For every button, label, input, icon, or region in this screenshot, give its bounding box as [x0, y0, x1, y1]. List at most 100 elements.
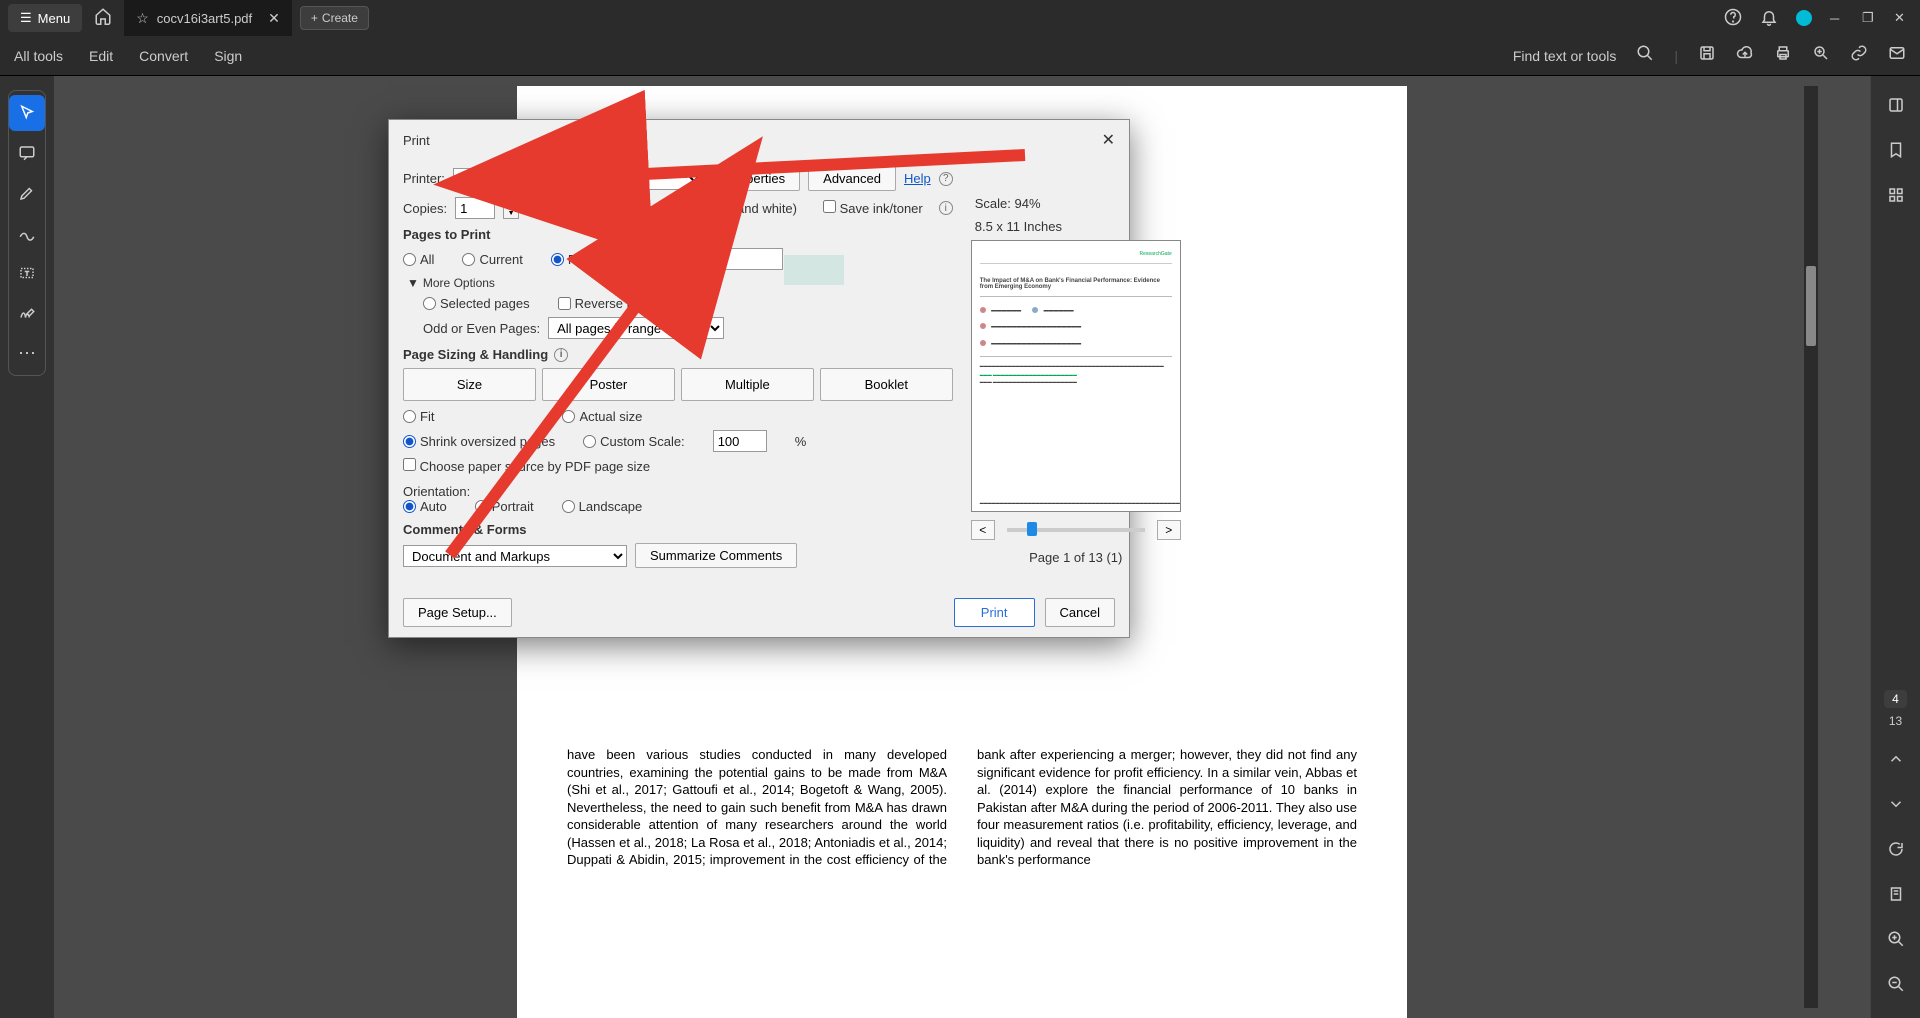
radio-current[interactable]: Current: [462, 252, 522, 267]
sizing-info-icon[interactable]: i: [554, 348, 568, 362]
radio-portrait[interactable]: Portrait: [475, 499, 534, 514]
dialog-title-text: Print: [403, 133, 430, 148]
radio-fit[interactable]: Fit: [403, 409, 434, 424]
cancel-button[interactable]: Cancel: [1045, 598, 1115, 627]
panel-toggle-icon[interactable]: [1887, 96, 1905, 119]
more-tools[interactable]: ⋯: [9, 335, 45, 371]
page-down-icon[interactable]: [1887, 795, 1905, 818]
star-icon[interactable]: ☆: [136, 10, 149, 27]
print-icon[interactable]: [1774, 44, 1792, 67]
comment-tool[interactable]: [9, 135, 45, 171]
scale-value: 94%: [1015, 196, 1041, 211]
radio-shrink[interactable]: Shrink oversized pages: [403, 434, 555, 449]
save-icon[interactable]: [1698, 44, 1716, 67]
page-view-icon[interactable]: [1887, 885, 1905, 908]
link-icon[interactable]: [1850, 44, 1868, 67]
help-icon[interactable]: [1724, 8, 1742, 29]
more-options-toggle[interactable]: ▼ More Options: [407, 276, 953, 290]
page-up-icon[interactable]: [1887, 750, 1905, 773]
scale-label: Scale:: [975, 196, 1011, 211]
comments-select[interactable]: Document and Markups: [403, 545, 627, 567]
account-avatar[interactable]: [1796, 10, 1812, 26]
page-setup-button[interactable]: Page Setup...: [403, 598, 512, 627]
checkbox-reverse-pages[interactable]: Reverse pages: [558, 296, 662, 311]
menu-button[interactable]: ☰ Menu: [8, 4, 82, 32]
all-tools-menu[interactable]: All tools: [14, 48, 63, 64]
bell-icon[interactable]: [1760, 8, 1778, 29]
convert-menu[interactable]: Convert: [139, 48, 188, 64]
bookmark-icon[interactable]: [1887, 141, 1905, 164]
summarize-comments-button[interactable]: Summarize Comments: [635, 543, 797, 568]
booklet-tab[interactable]: Booklet: [820, 368, 953, 401]
main-toolbar: All tools Edit Convert Sign Find text or…: [0, 36, 1920, 76]
zoom-in-icon[interactable]: [1887, 930, 1905, 953]
radio-landscape[interactable]: Landscape: [562, 499, 643, 514]
copies-input[interactable]: [455, 197, 495, 219]
help-info-icon[interactable]: ?: [939, 172, 953, 186]
document-tab[interactable]: ☆ cocv16i3art5.pdf ✕: [124, 0, 292, 36]
odd-even-select[interactable]: All pages in range: [548, 317, 724, 339]
save-ink-checkbox[interactable]: Save ink/toner: [823, 200, 923, 216]
dialog-titlebar: Print ✕: [389, 120, 1129, 160]
radio-pages[interactable]: Pages: [551, 252, 605, 267]
preview-badge: ResearchGate: [1139, 251, 1171, 257]
vertical-scrollbar[interactable]: [1804, 86, 1818, 1008]
close-window-icon[interactable]: ✕: [1894, 10, 1908, 26]
sign-tool[interactable]: [9, 295, 45, 331]
copies-spinner[interactable]: ▲▼: [503, 197, 519, 219]
minimize-icon[interactable]: ─: [1830, 11, 1844, 26]
radio-auto[interactable]: Auto: [403, 499, 447, 514]
size-tab[interactable]: Size: [403, 368, 536, 401]
edit-menu[interactable]: Edit: [89, 48, 113, 64]
gear-search-icon[interactable]: [1812, 44, 1830, 67]
scrollbar-thumb[interactable]: [1806, 266, 1816, 346]
maximize-icon[interactable]: ❐: [1862, 10, 1876, 26]
pages-range-input[interactable]: [633, 248, 783, 270]
cloud-icon[interactable]: [1736, 44, 1754, 67]
sizing-title: Page Sizing & Handling: [403, 347, 548, 362]
custom-scale-input[interactable]: [713, 430, 767, 452]
select-tool[interactable]: [9, 95, 45, 131]
search-icon[interactable]: [1636, 44, 1654, 67]
mail-icon[interactable]: [1888, 44, 1906, 67]
create-label: Create: [322, 11, 358, 25]
preview-slider-handle[interactable]: [1027, 522, 1037, 536]
highlight-tool[interactable]: [9, 175, 45, 211]
multiple-tab[interactable]: Multiple: [681, 368, 814, 401]
create-button[interactable]: + Create: [300, 6, 369, 30]
tab-close-icon[interactable]: ✕: [268, 10, 280, 27]
printer-select[interactable]: Adobe PDF: [453, 168, 703, 190]
radio-selected-pages[interactable]: Selected pages: [423, 296, 530, 311]
preview-slider[interactable]: [1007, 528, 1145, 532]
grayscale-checkbox[interactable]: Print in grayscale (black and white): [579, 200, 797, 216]
tab-title: cocv16i3art5.pdf: [157, 11, 252, 26]
properties-button[interactable]: Properties: [711, 166, 800, 191]
current-page-badge[interactable]: 4: [1884, 690, 1907, 708]
print-dialog: Print ✕ Printer: Adobe PDF Properties Ad…: [388, 119, 1130, 638]
preview-next-button[interactable]: >: [1157, 520, 1181, 540]
rotate-icon[interactable]: [1887, 840, 1905, 863]
comments-forms-title: Comments & Forms: [403, 522, 953, 537]
zoom-out-icon[interactable]: [1887, 975, 1905, 998]
poster-tab[interactable]: Poster: [542, 368, 675, 401]
find-label[interactable]: Find text or tools: [1513, 48, 1617, 64]
right-sidebar: 4 13: [1870, 76, 1920, 1018]
copies-label: Copies:: [403, 201, 447, 216]
radio-all[interactable]: All: [403, 252, 434, 267]
save-ink-info-icon[interactable]: i: [939, 201, 953, 215]
sign-menu[interactable]: Sign: [214, 48, 242, 64]
draw-tool[interactable]: [9, 215, 45, 251]
radio-actual-size[interactable]: Actual size: [562, 409, 642, 424]
checkbox-choose-paper[interactable]: Choose paper source by PDF page size: [403, 458, 650, 474]
help-link[interactable]: Help: [904, 171, 931, 186]
home-icon[interactable]: [94, 7, 112, 30]
dialog-close-icon[interactable]: ✕: [1102, 130, 1115, 150]
thumbnails-icon[interactable]: [1887, 186, 1905, 209]
hamburger-icon: ☰: [20, 10, 32, 26]
textbox-tool[interactable]: [9, 255, 45, 291]
preview-prev-button[interactable]: <: [971, 520, 995, 540]
titlebar: ☰ Menu ☆ cocv16i3art5.pdf ✕ + Create ─ ❐…: [0, 0, 1920, 36]
radio-custom-scale[interactable]: Custom Scale:: [583, 434, 685, 449]
advanced-button[interactable]: Advanced: [808, 166, 896, 191]
print-button[interactable]: Print: [954, 598, 1035, 627]
